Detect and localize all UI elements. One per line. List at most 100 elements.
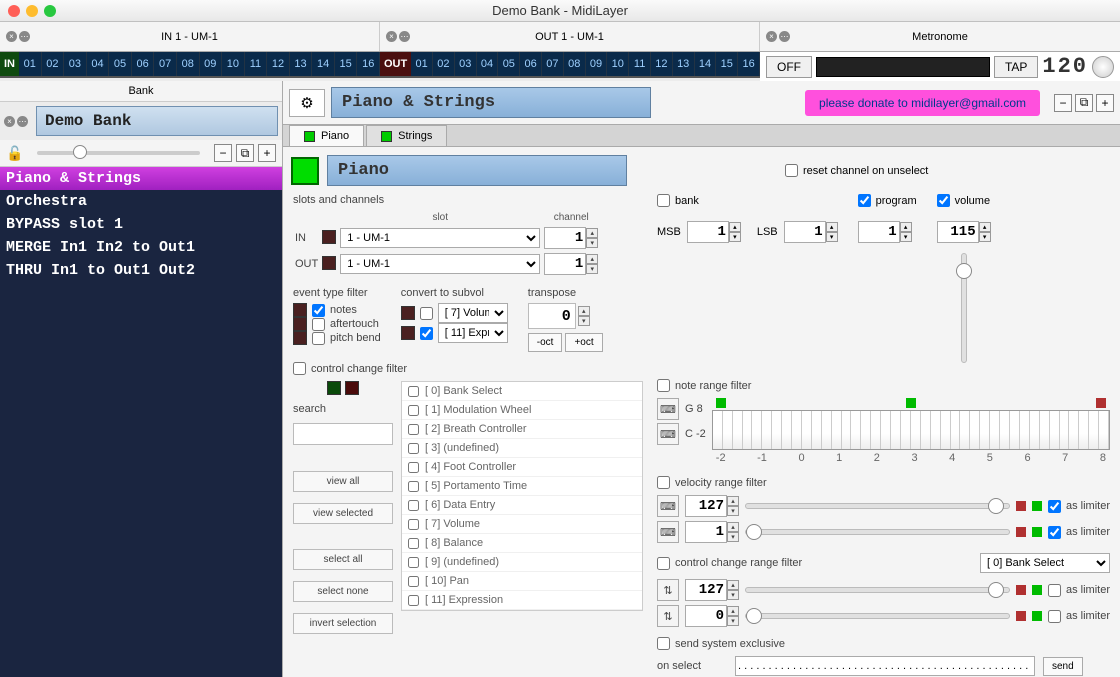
out-slot-select[interactable]: 1 - UM-1 (340, 254, 540, 274)
tab-strings[interactable]: Strings (366, 125, 447, 146)
list-item[interactable]: [ 2] Breath Controller (402, 420, 642, 439)
list-item[interactable]: [ 1] Modulation Wheel (402, 401, 642, 420)
ccrange-select[interactable]: [ 0] Bank Select (980, 553, 1110, 573)
vel-lo-slider[interactable] (745, 529, 1010, 535)
list-item[interactable]: THRU In1 to Out1 Out2 (0, 259, 282, 282)
piano-icon[interactable]: ⌨ (657, 521, 679, 543)
list-item[interactable]: Orchestra (0, 190, 282, 213)
out-channel-input[interactable] (544, 253, 586, 275)
slider-icon[interactable]: ⇅ (657, 605, 679, 627)
close-icon[interactable] (8, 5, 20, 17)
limiter-check[interactable]: as limiter (1048, 500, 1110, 513)
bank-check[interactable]: bank (657, 194, 838, 207)
list-item[interactable]: [ 0] Bank Select (402, 382, 642, 401)
piano-icon[interactable]: ⌨ (657, 495, 679, 517)
element-active-icon[interactable] (291, 157, 319, 185)
vel-hi-slider[interactable] (745, 503, 1010, 509)
program-input[interactable] (858, 221, 900, 243)
lsb-input[interactable] (784, 221, 826, 243)
slider-icon[interactable]: ⇅ (657, 579, 679, 601)
transpose-input[interactable] (528, 303, 576, 329)
list-item[interactable]: [ 8] Balance (402, 534, 642, 553)
oct-up-button[interactable]: +oct (565, 333, 602, 352)
cc-lo-slider[interactable] (745, 613, 1010, 619)
dot-icon[interactable]: ⋯ (779, 31, 790, 42)
list-item[interactable]: [ 10] Pan (402, 572, 642, 591)
view-all-button[interactable]: view all (293, 471, 393, 492)
piano-icon[interactable]: ⌨ (657, 398, 679, 420)
list-item[interactable]: [ 9] (undefined) (402, 553, 642, 572)
sysex-onselect-input[interactable] (735, 656, 1035, 676)
cc-lo-input[interactable] (685, 605, 727, 627)
volume-check[interactable]: volume (937, 194, 991, 207)
close-icon[interactable]: × (386, 31, 397, 42)
element-name[interactable]: Piano (327, 155, 627, 186)
cc-hi-input[interactable] (685, 579, 727, 601)
oct-down-button[interactable]: -oct (528, 333, 563, 352)
close-icon[interactable]: × (6, 31, 17, 42)
view-selected-button[interactable]: view selected (293, 503, 393, 524)
dot-icon[interactable]: ⋯ (17, 116, 28, 127)
settings-button[interactable]: ⚙ (289, 89, 325, 117)
vel-hi-input[interactable] (685, 495, 727, 517)
volume-input[interactable] (937, 221, 979, 243)
lock-icon[interactable]: 🔓 (6, 145, 23, 162)
in-slot-select[interactable]: 1 - UM-1 (340, 228, 540, 248)
close-icon[interactable]: × (766, 31, 777, 42)
preset-list[interactable]: Piano & Strings Orchestra BYPASS slot 1 … (0, 167, 282, 677)
list-item[interactable]: Piano & Strings (0, 167, 282, 190)
minus-button[interactable]: − (1054, 94, 1072, 112)
cc-hi-slider[interactable] (745, 587, 1010, 593)
bank-name[interactable]: Demo Bank (36, 106, 278, 136)
tab-piano[interactable]: Piano (289, 125, 364, 146)
piano-icon[interactable]: ⌨ (657, 423, 679, 445)
close-icon[interactable]: × (4, 116, 15, 127)
select-all-button[interactable]: select all (293, 549, 393, 570)
limiter-check[interactable]: as limiter (1048, 610, 1110, 623)
limiter-check[interactable]: as limiter (1048, 526, 1110, 539)
sysex-check[interactable]: send system exclusive (657, 637, 1110, 650)
cc-filter-check[interactable]: control change filter (293, 362, 643, 375)
minus-button[interactable]: − (214, 144, 232, 162)
tempo-knob[interactable] (1092, 56, 1114, 78)
list-item[interactable]: [ 5] Portamento Time (402, 477, 642, 496)
list-item[interactable]: [ 11] Expression (402, 591, 642, 610)
aftertouch-check[interactable]: aftertouch (293, 317, 381, 331)
metro-tap-button[interactable]: TAP (994, 56, 1038, 78)
program-check[interactable]: program (858, 194, 917, 207)
notes-check[interactable]: notes (293, 303, 381, 317)
dot-icon[interactable]: ⋯ (19, 31, 30, 42)
invert-button[interactable]: invert selection (293, 613, 393, 634)
pitchbend-check[interactable]: pitch bend (293, 331, 381, 345)
plus-button[interactable]: + (258, 144, 276, 162)
select-none-button[interactable]: select none (293, 581, 393, 602)
vel-lo-input[interactable] (685, 521, 727, 543)
list-item[interactable]: MERGE In1 In2 to Out1 (0, 236, 282, 259)
cc-list[interactable]: [ 0] Bank Select [ 1] Modulation Wheel [… (401, 381, 643, 611)
in-channel-input[interactable] (544, 227, 586, 249)
preset-name[interactable]: Piano & Strings (331, 87, 651, 118)
cc-search-input[interactable] (293, 423, 393, 445)
minimize-icon[interactable] (26, 5, 38, 17)
velrange-check[interactable]: velocity range filter (657, 476, 1110, 489)
zoom-icon[interactable] (44, 5, 56, 17)
ch[interactable]: 01 (19, 52, 42, 76)
convert-b[interactable]: [ 11] Express (401, 323, 508, 343)
bank-slider[interactable] (37, 151, 200, 155)
ccrange-check[interactable]: control change range filter (657, 557, 802, 570)
donate-banner[interactable]: please donate to midilayer@gmail.com (805, 90, 1040, 116)
list-item[interactable]: [ 6] Data Entry (402, 496, 642, 515)
plus-button[interactable]: + (1096, 94, 1114, 112)
copy-button[interactable]: ⧉ (236, 144, 254, 162)
noterange-check[interactable]: note range filter (657, 379, 1110, 392)
dot-icon[interactable]: ⋯ (399, 31, 410, 42)
convert-a[interactable]: [ 7] Volume (401, 303, 508, 323)
msb-input[interactable] (687, 221, 729, 243)
list-item[interactable]: [ 4] Foot Controller (402, 458, 642, 477)
limiter-check[interactable]: as limiter (1048, 584, 1110, 597)
copy-button[interactable]: ⧉ (1075, 94, 1093, 112)
send-button[interactable]: send (1043, 657, 1083, 676)
list-item[interactable]: BYPASS slot 1 (0, 213, 282, 236)
metro-off-button[interactable]: OFF (766, 56, 812, 78)
volume-slider[interactable] (961, 253, 967, 363)
